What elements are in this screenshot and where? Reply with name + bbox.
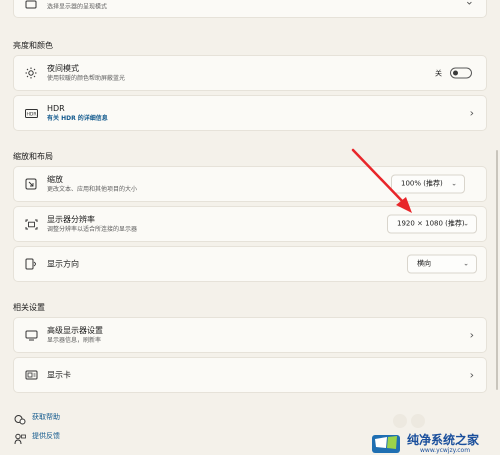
display-mode-sub: 选择显示器的呈现模式	[47, 3, 108, 11]
brightness-section-title: 亮度和颜色	[13, 41, 53, 50]
monitor-icon	[23, 327, 39, 343]
watermark-title: 纯净系统之家	[407, 433, 480, 447]
scale-dropdown-value: 100% (推荐)	[401, 179, 443, 188]
chevron-down-icon: ⌄	[451, 179, 457, 188]
display-mode-card[interactable]: 选择显示器的呈现模式 ⌄	[13, 0, 487, 18]
orientation-icon	[23, 256, 39, 272]
night-mode-sub: 使用较暖的颜色帮助屏蔽蓝光	[47, 75, 126, 82]
display-mode-icon	[23, 0, 39, 13]
get-help-label[interactable]: 获取帮助	[32, 412, 60, 422]
help-icon	[14, 411, 26, 425]
resolution-icon	[23, 216, 39, 232]
feedback-link[interactable]: 提供反馈	[14, 430, 60, 445]
scale-sub: 更改文本、应用和其他项目的大小	[47, 186, 138, 193]
feedback-label[interactable]: 提供反馈	[32, 431, 60, 441]
scale-title: 缩放	[47, 175, 63, 184]
advanced-display-card[interactable]: 高级显示器设置 显示器信息，刷新率 ›	[13, 317, 487, 353]
scale-card[interactable]: 缩放 更改文本、应用和其他项目的大小 100% (推荐) ⌄	[13, 166, 487, 202]
chevron-down-icon: ⌄	[463, 259, 469, 268]
watermark-url: www.ycwjzy.com	[420, 447, 471, 454]
scale-layout-section-title: 缩放和布局	[13, 152, 53, 161]
chevron-right-icon[interactable]: ›	[470, 107, 474, 120]
chevron-down-icon: ⌄	[463, 219, 469, 228]
resolution-dropdown[interactable]: 1920 × 1080 (推荐) ⌄	[387, 214, 477, 234]
get-help-link[interactable]: 获取帮助	[14, 411, 60, 425]
svg-text:HDR: HDR	[26, 111, 36, 117]
graphics-card-icon	[23, 367, 39, 383]
scrollbar[interactable]	[496, 150, 498, 390]
advanced-display-sub: 显示器信息，刷新率	[47, 337, 102, 344]
night-mode-toggle-group[interactable]: 关	[435, 67, 472, 79]
related-section-title: 相关设置	[13, 303, 45, 312]
orientation-card[interactable]: 显示方向 横向 ⌄	[13, 246, 487, 282]
hdr-info-link[interactable]: 有关 HDR 的详细信息	[47, 114, 108, 123]
chevron-right-icon[interactable]: ›	[470, 329, 474, 342]
advanced-display-title: 高级显示器设置	[47, 326, 103, 335]
resolution-card[interactable]: 显示器分辨率 调整分辨率以适合所连接的显示器 1920 × 1080 (推荐) …	[13, 206, 487, 242]
resolution-title: 显示器分辨率	[47, 215, 95, 224]
hdr-card[interactable]: HDR HDR 有关 HDR 的详细信息 ›	[13, 95, 487, 131]
resolution-dropdown-value: 1920 × 1080 (推荐)	[397, 219, 465, 228]
orientation-dropdown-value: 横向	[417, 259, 431, 268]
graphics-card-title: 显示卡	[47, 370, 71, 380]
scale-icon	[23, 176, 39, 192]
orientation-title: 显示方向	[47, 259, 79, 269]
scale-dropdown[interactable]: 100% (推荐) ⌄	[391, 174, 465, 194]
feedback-icon	[14, 430, 26, 445]
hdr-title: HDR	[47, 104, 65, 113]
orientation-dropdown[interactable]: 横向 ⌄	[407, 254, 477, 274]
night-mode-card[interactable]: 夜间模式 使用较暖的颜色帮助屏蔽蓝光 关	[13, 55, 487, 91]
night-mode-toggle[interactable]	[450, 67, 472, 79]
graphics-card[interactable]: 显示卡 ›	[13, 357, 487, 393]
chevron-right-icon[interactable]: ›	[470, 369, 474, 382]
night-mode-title: 夜间模式	[47, 64, 79, 73]
chevron-down-icon[interactable]: ⌄	[465, 0, 474, 8]
resolution-sub: 调整分辨率以适合所连接的显示器	[47, 226, 138, 233]
night-mode-toggle-label: 关	[435, 69, 442, 77]
hdr-icon: HDR	[23, 105, 39, 121]
sun-icon	[23, 65, 39, 81]
watermark: 纯净系统之家 www.ycwjzy.com	[360, 411, 500, 455]
